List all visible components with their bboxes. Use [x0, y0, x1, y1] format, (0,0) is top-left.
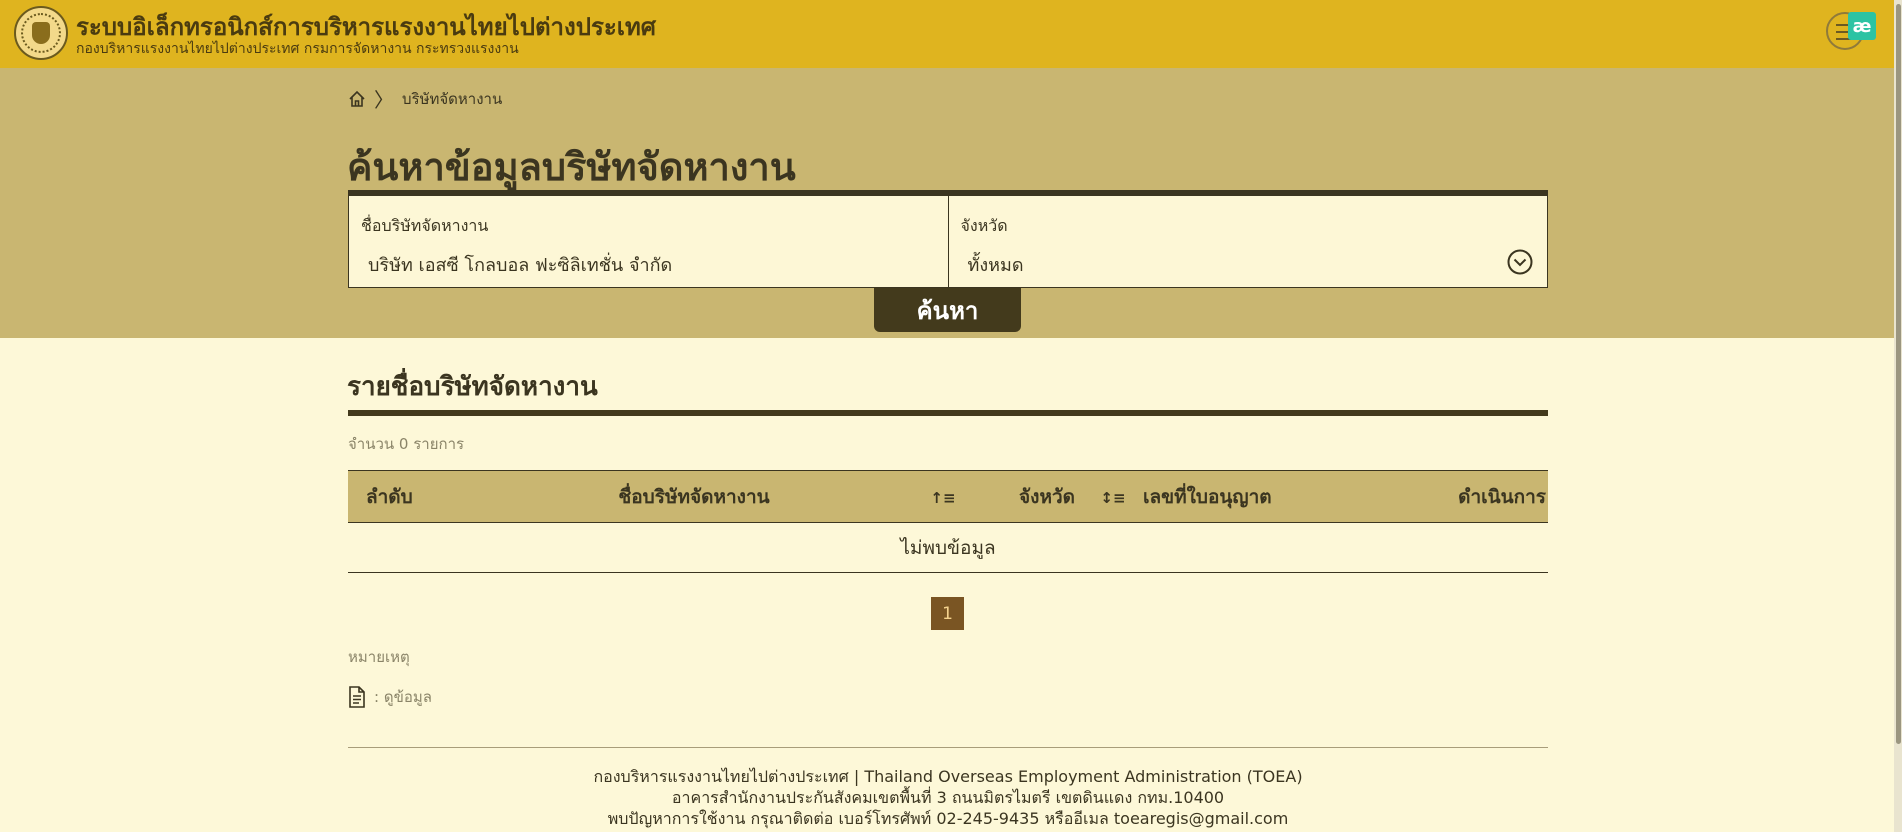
- sort-company-icon[interactable]: ↑≡: [913, 470, 973, 523]
- breadcrumb-separator-icon: 〉: [374, 88, 394, 112]
- sort-province-icon[interactable]: ↕≡: [1083, 470, 1143, 523]
- document-icon: [349, 686, 365, 708]
- home-icon[interactable]: [348, 90, 366, 108]
- column-header-order: ลำดับ: [348, 470, 443, 523]
- province-label: จังหวัด: [960, 216, 1008, 235]
- extension-badge-icon[interactable]: æ: [1848, 12, 1876, 40]
- result-count: จำนวน 0 รายการ: [348, 435, 465, 453]
- scrollbar-thumb[interactable]: [1896, 4, 1901, 744]
- top-bar: ระบบอิเล็กทรอนิกส์การบริหารแรงงานไทยไปต่…: [0, 0, 1902, 68]
- footer: กองบริหารแรงงานไทยไปต่างประเทศ | Thailan…: [348, 766, 1548, 829]
- table-header-row: ลำดับ ชื่อบริษัทจัดหางาน ↑≡ จังหวัด ↕≡ เ…: [348, 470, 1548, 523]
- province-field[interactable]: จังหวัด ทั้งหมด: [947, 196, 1548, 287]
- pagination-page-1[interactable]: 1: [931, 597, 964, 630]
- breadcrumb: 〉 บริษัทจัดหางาน: [348, 84, 502, 113]
- results-table: ลำดับ ชื่อบริษัทจัดหางาน ↑≡ จังหวัด ↕≡ เ…: [348, 470, 1548, 573]
- province-select[interactable]: ทั้งหมด: [968, 250, 1024, 279]
- divider: [348, 410, 1548, 416]
- results-title: รายชื่อบริษัทจัดหางาน: [347, 372, 598, 402]
- company-name-input[interactable]: บริษัท เอสซี โกลบอล ฟะซิลิเทชั่น จำกัด: [368, 250, 672, 279]
- footer-line-1: กองบริหารแรงงานไทยไปต่างประเทศ | Thailan…: [593, 767, 1303, 786]
- empty-message: ไม่พบข้อมูล: [348, 522, 1548, 573]
- breadcrumb-current[interactable]: บริษัทจัดหางาน: [402, 87, 502, 111]
- column-header-action: ดำเนินการ: [1313, 470, 1548, 523]
- search-form: ชื่อบริษัทจัดหางาน บริษัท เอสซี โกลบอล ฟ…: [348, 190, 1548, 288]
- footer-line-2: อาคารสำนักงานประกันสังคมเขตพื้นที่ 3 ถนน…: [671, 788, 1225, 807]
- footer-line-3: พบปัญหาการใช้งาน กรุณาติดต่อ เบอร์โทรศัพ…: [607, 809, 1289, 828]
- footer-divider: [348, 747, 1548, 748]
- search-button[interactable]: ค้นหา: [874, 288, 1021, 332]
- column-header-company[interactable]: ชื่อบริษัทจัดหางาน: [443, 470, 913, 523]
- notes-view-legend: : ดูข้อมูล: [348, 685, 432, 709]
- table-row: ไม่พบข้อมูล: [348, 522, 1548, 573]
- company-name-label: ชื่อบริษัทจัดหางาน: [361, 216, 489, 235]
- page-title: ค้นหาข้อมูลบริษัทจัดหางาน: [347, 145, 796, 189]
- notes-title: หมายเหตุ: [348, 648, 410, 666]
- government-seal-logo[interactable]: [14, 6, 68, 60]
- notes-view-label: : ดูข้อมูล: [374, 688, 432, 706]
- chevron-down-icon[interactable]: [1507, 249, 1533, 275]
- column-header-license: เลขที่ใบอนุญาต: [1143, 470, 1313, 523]
- site-subtitle: กองบริหารแรงงานไทยไปต่างประเทศ กรมการจัด…: [76, 41, 519, 57]
- column-header-province[interactable]: จังหวัด: [973, 470, 1083, 523]
- company-name-field[interactable]: ชื่อบริษัทจัดหางาน บริษัท เอสซี โกลบอล ฟ…: [349, 196, 948, 287]
